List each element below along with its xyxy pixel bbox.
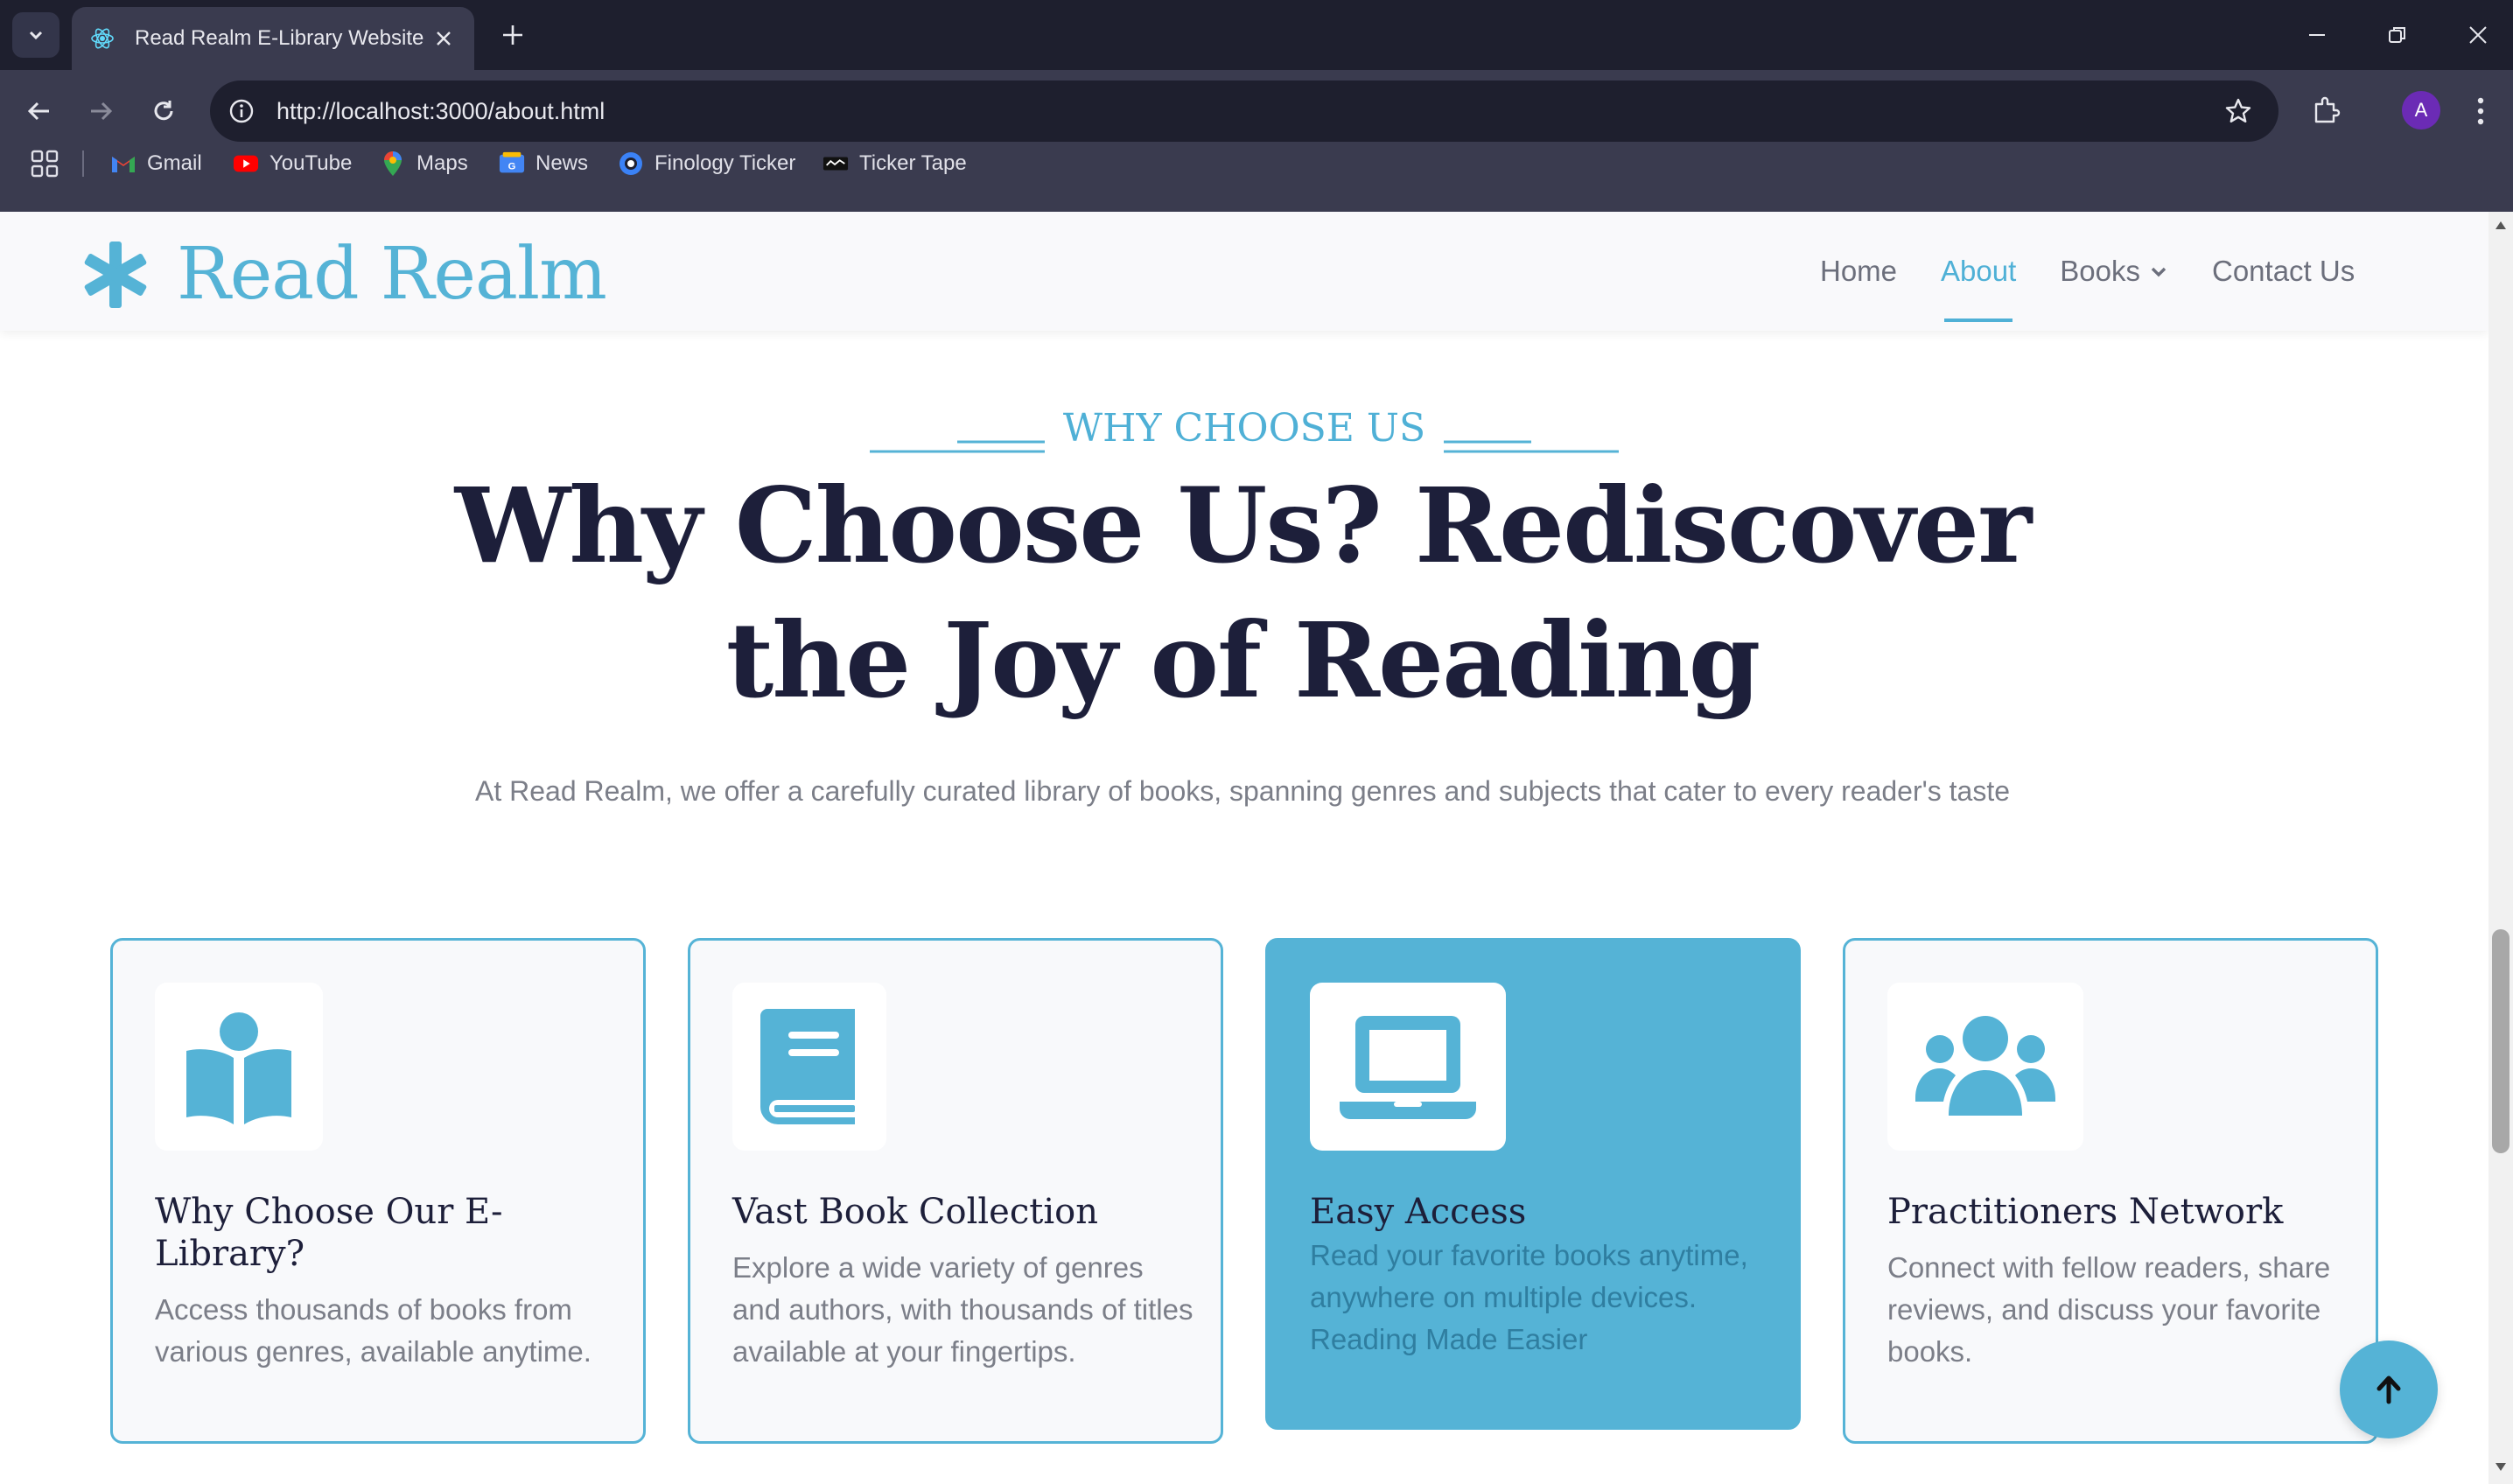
scrollbar-thumb[interactable]	[2492, 929, 2510, 1153]
youtube-icon	[233, 150, 259, 177]
feature-card-network[interactable]: Practitioners Network Connect with fello…	[1843, 938, 2378, 1444]
card-title: Vast Book Collection	[732, 1192, 1098, 1232]
tab-close-button[interactable]	[430, 25, 457, 52]
card-icon-box	[732, 983, 886, 1151]
bookmark-separator	[82, 150, 84, 177]
nav-contact[interactable]: Contact Us	[2212, 212, 2355, 331]
bookmark-maps[interactable]: Maps	[380, 144, 468, 184]
address-bar[interactable]: http://localhost:3000/about.html	[210, 80, 2278, 142]
card-title: Why Choose Our E-Library?	[155, 1192, 503, 1274]
bookmark-news[interactable]: G News	[499, 144, 588, 184]
new-tab-button[interactable]	[495, 18, 530, 52]
bookmark-label: YouTube	[270, 151, 353, 175]
nav-books[interactable]: Books	[2060, 212, 2168, 331]
bookmark-label: Finology Ticker	[654, 151, 796, 175]
feature-card-elibrary[interactable]: Why Choose Our E-Library? Access thousan…	[110, 938, 646, 1444]
maps-icon	[380, 150, 406, 177]
card-icon-box	[155, 983, 323, 1151]
book-icon	[760, 1009, 855, 1124]
nav-home[interactable]: Home	[1820, 212, 1897, 331]
section-headline: Why Choose Us? Rediscover the Joy of Rea…	[368, 458, 2118, 728]
scroll-down-arrow-icon[interactable]	[2494, 1461, 2508, 1474]
restore-button[interactable]	[2378, 16, 2417, 54]
card-text: Explore a wide variety of genres and aut…	[732, 1251, 1194, 1368]
card-icon-box	[1310, 983, 1506, 1151]
tab-search-button[interactable]	[12, 12, 60, 58]
svg-text:G: G	[508, 162, 516, 172]
headline-line-1: Why Choose Us? Rediscover	[454, 465, 2032, 586]
browser-tab-active[interactable]: Read Realm E-Library Website	[72, 7, 474, 70]
browser-menu-button[interactable]	[2463, 89, 2498, 133]
close-window-button[interactable]	[2459, 16, 2497, 54]
apps-grid-icon[interactable]	[30, 149, 60, 178]
card-text: Connect with fellow readers, share revie…	[1887, 1251, 2331, 1368]
bookmark-tickertape[interactable]: Ticker Tape	[822, 144, 967, 184]
gmail-icon	[110, 150, 136, 177]
minimize-icon	[2309, 34, 2325, 36]
scroll-up-arrow-icon[interactable]	[2494, 219, 2508, 231]
nav-books-label: Books	[2060, 255, 2140, 287]
arrow-left-icon	[27, 102, 49, 121]
puzzle-icon	[2314, 96, 2341, 123]
chevron-down-icon	[2151, 267, 2166, 277]
close-icon	[437, 32, 451, 46]
feature-card-collection[interactable]: Vast Book Collection Explore a wide vari…	[688, 938, 1223, 1444]
more-vertical-icon	[2477, 97, 2484, 125]
bookmark-label: News	[536, 151, 589, 175]
page-scrollbar[interactable]	[2488, 212, 2513, 1484]
profile-avatar[interactable]: A	[2402, 91, 2440, 130]
minimize-button[interactable]	[2298, 16, 2336, 54]
card-title: Practitioners Network	[1887, 1192, 2284, 1232]
card-text: Read your favorite books anytime, anywhe…	[1310, 1239, 1748, 1355]
chevron-down-icon	[29, 31, 43, 40]
news-icon: G	[499, 150, 525, 177]
nav-about[interactable]: About	[1941, 212, 2016, 331]
reload-icon	[154, 101, 173, 121]
users-icon	[1915, 1016, 2055, 1116]
laptop-icon	[1340, 1016, 1476, 1119]
browser-toolbar: http://localhost:3000/about.html A Gmail…	[0, 70, 2513, 220]
back-button[interactable]	[18, 89, 61, 133]
extensions-button[interactable]	[2303, 88, 2348, 133]
react-favicon-icon	[91, 28, 114, 49]
bookmark-finology[interactable]: Finology Ticker	[618, 144, 795, 184]
back-to-top-button[interactable]	[2340, 1340, 2438, 1438]
feature-card-easy-access[interactable]: Easy Access Read your favorite books any…	[1265, 938, 1801, 1430]
headline-line-2: the Joy of Reading	[725, 599, 1760, 721]
reload-button[interactable]	[142, 89, 186, 133]
bookmark-label: Maps	[416, 151, 468, 175]
tab-title: Read Realm E-Library Website	[135, 26, 424, 50]
tickertape-icon	[822, 150, 849, 177]
section-eyebrow-wrap: WHY CHOOSE US	[0, 406, 2488, 451]
bookmark-gmail[interactable]: Gmail	[110, 144, 202, 184]
restore-icon	[2389, 27, 2405, 43]
bookmark-youtube[interactable]: YouTube	[233, 144, 352, 184]
site-logo[interactable]: Read Realm	[80, 233, 607, 316]
page-viewport: Read Realm Home About Books Contact Us W…	[0, 212, 2488, 1484]
card-title: Easy Access	[1310, 1192, 1527, 1232]
finology-icon	[618, 150, 644, 177]
bookmark-star-icon[interactable]	[2221, 94, 2256, 129]
arrow-up-icon	[2376, 1376, 2401, 1404]
bookmark-label: Ticker Tape	[859, 151, 967, 175]
site-info-icon[interactable]	[226, 95, 257, 127]
main-nav: Home About Books Contact Us	[1820, 212, 2398, 331]
browser-tab-bar: Read Realm E-Library Website	[0, 0, 2513, 70]
plus-icon	[503, 25, 522, 45]
section-lead: At Read Realm, we offer a carefully cura…	[475, 775, 2010, 807]
url-text[interactable]: http://localhost:3000/about.html	[276, 98, 2221, 125]
book-reader-icon	[186, 1012, 291, 1124]
asterisk-logo-icon	[84, 241, 147, 308]
arrow-right-icon	[91, 102, 113, 121]
section-eyebrow: WHY CHOOSE US	[1062, 406, 1426, 451]
logo-text: Read Realm	[177, 233, 607, 316]
close-icon	[2469, 26, 2487, 44]
card-text: Access thousands of books from various g…	[155, 1293, 592, 1368]
bookmark-label: Gmail	[147, 151, 202, 175]
card-icon-box	[1887, 983, 2083, 1151]
site-header: Read Realm Home About Books Contact Us	[0, 212, 2488, 331]
forward-button[interactable]	[79, 89, 122, 133]
